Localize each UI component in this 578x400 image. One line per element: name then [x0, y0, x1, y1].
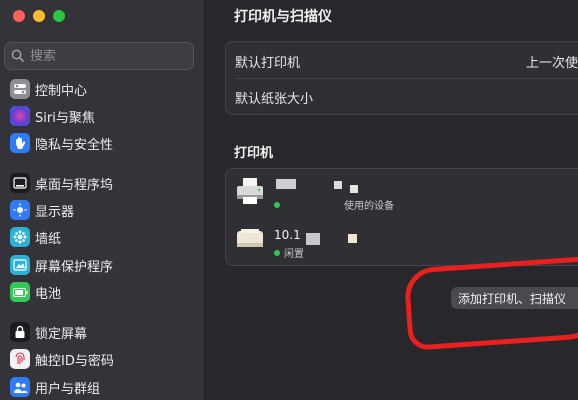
sidebar-item-label: 隐私与安全性	[35, 137, 114, 153]
sidebar-item-label: 墙纸	[35, 231, 62, 247]
redacted-name-block	[306, 233, 320, 245]
lock-icon	[10, 322, 30, 342]
sidebar-item-label: 电池	[35, 286, 62, 302]
search-field[interactable]	[4, 42, 194, 70]
sidebar-item-wallpaper[interactable]: 墙纸	[10, 226, 61, 248]
main-pane: 打印机与扫描仪 默认打印机 上一次使 默认纸张大小 打印机 使用的设备 10.1…	[206, 0, 578, 400]
printer-icon	[235, 225, 265, 257]
display-icon	[10, 200, 30, 220]
search-input[interactable]	[30, 48, 180, 64]
default-printer-value[interactable]: 上一次使	[526, 52, 578, 71]
close-button[interactable]	[13, 10, 25, 22]
redacted-name-block	[276, 179, 296, 189]
sidebar-item-label: 控制中心	[35, 83, 88, 99]
search-icon	[11, 47, 24, 66]
default-printer-label: 默认打印机	[235, 56, 301, 71]
printer-row[interactable]: 使用的设备	[226, 171, 578, 217]
sidebar: 控制中心 Siri与聚焦 隐私与安全性 桌面与程序坞 显示器 墙纸 屏幕保护程序	[0, 0, 205, 400]
printer-row[interactable]: 10.1 闲置	[226, 219, 578, 265]
dock-icon	[10, 173, 30, 193]
sidebar-item-label: 锁定屏幕	[35, 326, 88, 342]
sidebar-item-battery[interactable]: 电池	[10, 281, 61, 303]
sidebar-item-label: 屏幕保护程序	[35, 259, 114, 275]
zoom-button[interactable]	[53, 10, 65, 22]
redacted-name-block	[334, 181, 342, 189]
page-title: 打印机与扫描仪	[234, 9, 332, 25]
redacted-name-block	[350, 185, 358, 193]
redacted-name-block	[348, 234, 357, 243]
printers-list: 使用的设备 10.1 闲置	[225, 168, 578, 266]
window-controls	[13, 10, 65, 22]
add-printer-button[interactable]: 添加打印机、扫描仪	[451, 287, 578, 309]
printer-status-text: 使用的设备	[344, 201, 394, 212]
minimize-button[interactable]	[33, 10, 45, 22]
sidebar-item-label: 用户与群组	[35, 381, 101, 397]
printer-icon	[235, 176, 265, 210]
default-paper-label: 默认纸张大小	[235, 92, 314, 107]
printer-status: 使用的设备	[274, 197, 394, 212]
sidebar-item-privacy[interactable]: 隐私与安全性	[10, 132, 113, 154]
sidebar-item-label: Siri与聚焦	[35, 110, 95, 126]
printer-status-text: 闲置	[284, 249, 304, 260]
default-settings-card: 默认打印机 上一次使 默认纸张大小	[225, 41, 578, 115]
default-printer-row[interactable]: 默认打印机 上一次使	[226, 42, 578, 78]
battery-icon	[10, 282, 30, 302]
wallpaper-icon	[10, 227, 30, 247]
sidebar-item-desktop-dock[interactable]: 桌面与程序坞	[10, 172, 113, 194]
sidebar-item-users-groups[interactable]: 用户与群组	[10, 376, 100, 398]
sidebar-item-lock-screen[interactable]: 锁定屏幕	[10, 321, 87, 343]
status-dot	[274, 201, 280, 208]
sidebar-item-siri[interactable]: Siri与聚焦	[10, 105, 95, 127]
sidebar-item-label: 显示器	[35, 204, 75, 220]
hand-icon	[10, 133, 30, 153]
printers-section-title: 打印机	[234, 146, 274, 161]
sidebar-item-label: 触控ID与密码	[35, 353, 114, 369]
default-paper-row[interactable]: 默认纸张大小	[226, 78, 578, 114]
printer-name: 10.1	[274, 228, 301, 242]
printer-status: 闲置	[274, 245, 304, 260]
sidebar-item-label: 桌面与程序坞	[35, 177, 114, 193]
siri-icon	[10, 106, 30, 126]
fingerprint-icon	[10, 349, 30, 369]
sidebar-item-control-center[interactable]: 控制中心	[10, 78, 87, 100]
screensaver-icon	[10, 255, 30, 275]
sidebar-item-screensaver[interactable]: 屏幕保护程序	[10, 254, 113, 276]
users-icon	[10, 377, 30, 397]
sidebar-item-touch-id[interactable]: 触控ID与密码	[10, 348, 114, 370]
control-center-icon	[10, 79, 30, 99]
sidebar-item-displays[interactable]: 显示器	[10, 199, 74, 221]
status-dot	[274, 249, 280, 256]
